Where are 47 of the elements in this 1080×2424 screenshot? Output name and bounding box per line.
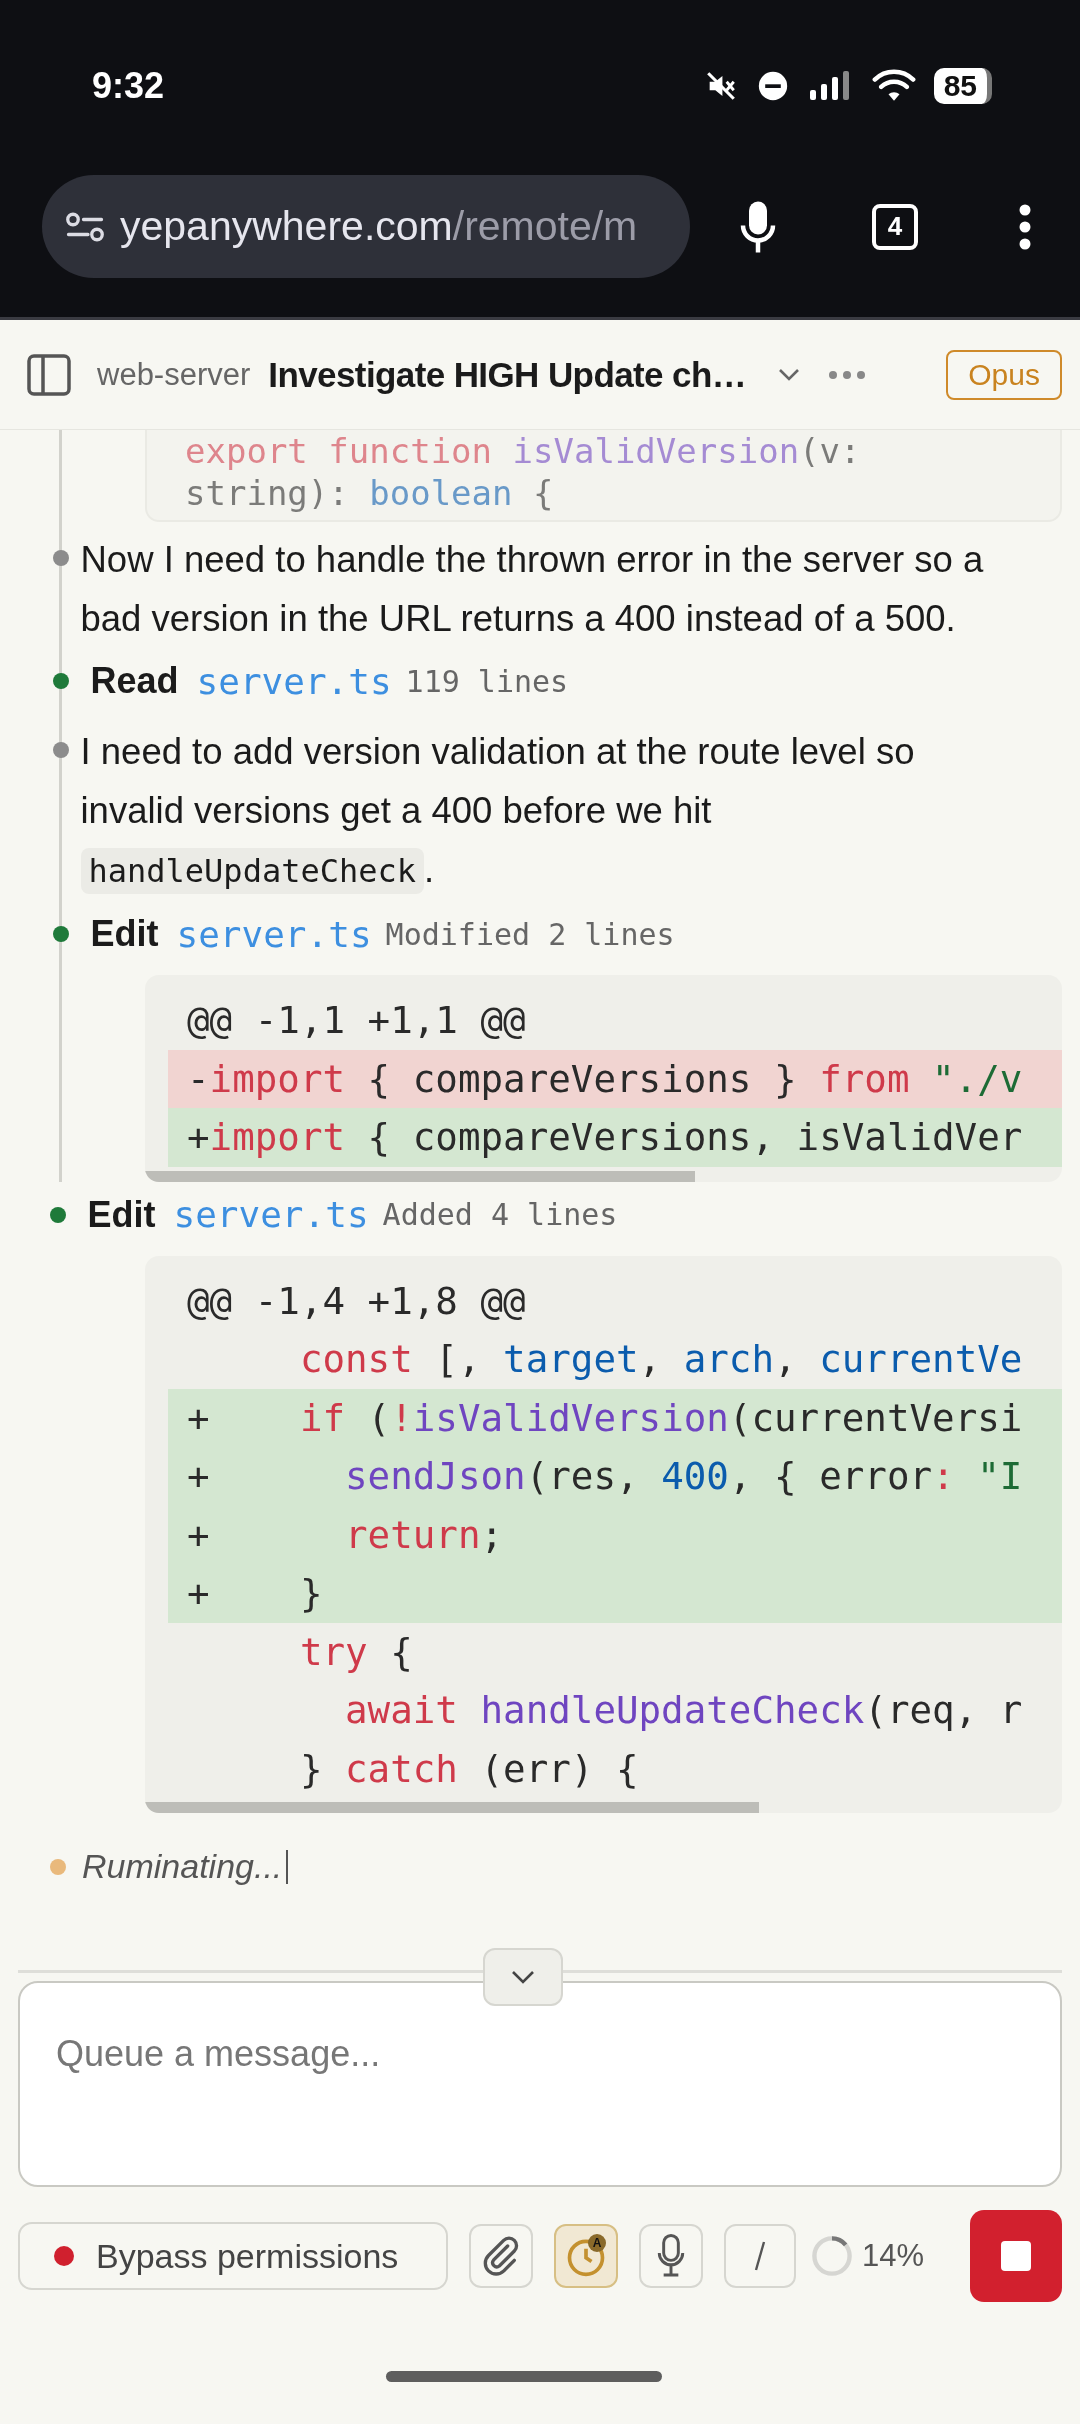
microphone-icon (656, 2234, 686, 2278)
tool-summary: Modified 2 lines (385, 916, 675, 952)
stop-button[interactable] (970, 2210, 1062, 2302)
status-time: 9:32 (92, 65, 165, 107)
chevron-down-icon (511, 1970, 535, 1984)
message-input[interactable]: Queue a message... (18, 1981, 1062, 2187)
status-dot (54, 2246, 74, 2266)
attach-button[interactable] (469, 2224, 533, 2288)
timer-button[interactable]: A (554, 2224, 618, 2288)
stop-icon (1001, 2241, 1031, 2271)
tool-summary: Added 4 lines (382, 1197, 618, 1232)
address-bar[interactable]: yepanywhere.com/remote/m (42, 175, 690, 278)
code-line: @@ -1,1 +1,1 @@ (186, 997, 527, 1044)
scrollbar[interactable] (145, 1802, 760, 1813)
microphone-icon[interactable] (740, 199, 776, 254)
voice-input-button[interactable] (639, 2224, 703, 2288)
wifi-icon (871, 69, 916, 103)
code-line: export function isValidVersion(v: (185, 430, 862, 472)
code-line: } catch (err) { (298, 1745, 640, 1793)
chevron-down-icon[interactable] (778, 367, 801, 382)
timer-badge: A (588, 2234, 606, 2252)
text-cursor (286, 1849, 289, 1884)
context-usage-meter (810, 2234, 854, 2278)
tool-action: Edit (90, 913, 159, 955)
code-line: @@ -1,4 +1,8 @@ (186, 1277, 527, 1325)
code-line: await handleUpdateCheck(req, r (344, 1687, 1024, 1734)
scrollbar[interactable] (145, 1170, 696, 1182)
tool-summary: 119 lines (405, 663, 569, 699)
permission-mode-button[interactable]: Bypass permissions (18, 2222, 448, 2290)
tool-action: Read (90, 660, 179, 702)
code-line: try { (298, 1628, 414, 1676)
session-title[interactable]: Investigate HIGH Update ch… (268, 354, 747, 395)
assistant-message: Now I need to handle the thrown error in the server so a bad version in the URL returns a 400 instead of a 500. (80, 538, 985, 641)
sidebar-toggle-icon[interactable] (27, 353, 71, 396)
project-name: web-server (97, 356, 251, 393)
url-text[interactable]: yepanywhere.com/remote/m (120, 203, 638, 250)
assistant-message: I need to add version validation at the route level so invalid versions get a 400 before we hit handleUpdateCheck . (80, 722, 1011, 901)
thinking-status: Ruminating... (82, 1847, 283, 1886)
more-icon[interactable] (828, 369, 867, 380)
tool-action: Edit (87, 1193, 156, 1236)
context-usage-text: 14% (862, 2238, 925, 2274)
menu-icon[interactable] (1018, 203, 1032, 250)
code-line: string): boolean { (185, 472, 555, 514)
paperclip-icon (481, 2236, 521, 2276)
tab-count-button[interactable]: 4 (872, 203, 918, 250)
code-line: const [, target, arch, currentVe (298, 1336, 1024, 1383)
battery-indicator: 85 (933, 68, 992, 104)
